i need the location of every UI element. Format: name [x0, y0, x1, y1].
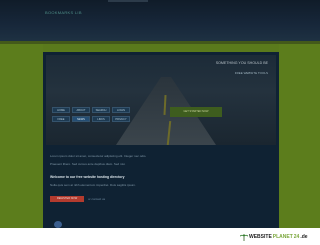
right-margin [279, 44, 320, 228]
palm-tree-icon [240, 234, 248, 241]
section-heading: Welcome to our free website hosting dire… [50, 175, 125, 179]
nav-button-news[interactable]: NEWS [72, 116, 90, 122]
avatar-icon [54, 221, 62, 228]
brand-suffix: .de [300, 234, 308, 240]
hero-title: SOMETHING YOU SHOULD BE [215, 61, 268, 65]
register-button[interactable]: REGISTER NOW [50, 196, 84, 202]
hero-subtitle: FREE WEBSITE TOOLS [234, 71, 268, 75]
nav-button-search[interactable]: SEARCH [92, 107, 110, 113]
brand-accent: PLANET [272, 234, 293, 240]
hero-banner: SOMETHING YOU SHOULD BE FREE WEBSITE TOO… [46, 55, 276, 145]
top-divider [108, 0, 148, 2]
section-paragraph: Nulla quis sem at nibh elementum imperdi… [50, 183, 136, 187]
nav-button-links[interactable]: LINKS [92, 116, 110, 122]
site-logo[interactable]: BOOKMARKS LIB [45, 10, 82, 15]
brand-tail: 24 [293, 234, 300, 240]
nav-button-login[interactable]: LOGIN [112, 107, 130, 113]
intro-paragraph-2: Praesent libero. Sed cursus ante dapibus… [50, 162, 126, 166]
intro-paragraph: Lorem ipsum dolor sit amet, consectetur … [50, 154, 147, 158]
nav-button-free[interactable]: FREE [52, 116, 70, 122]
nav-button-about[interactable]: ABOUT [72, 107, 90, 113]
nav-button-home[interactable]: HOME [52, 107, 70, 113]
brand-logo[interactable]: WEBSITE PLANET 24 .de [240, 233, 308, 241]
brand-main: WEBSITE [249, 234, 272, 240]
contact-link[interactable]: or contact us [88, 196, 105, 202]
top-header: BOOKMARKS LIB [0, 0, 320, 41]
nav-button-privacy[interactable]: PRIVACY [112, 116, 130, 122]
left-margin [0, 44, 43, 228]
get-started-box[interactable]: GET STARTED NOW [170, 107, 222, 117]
